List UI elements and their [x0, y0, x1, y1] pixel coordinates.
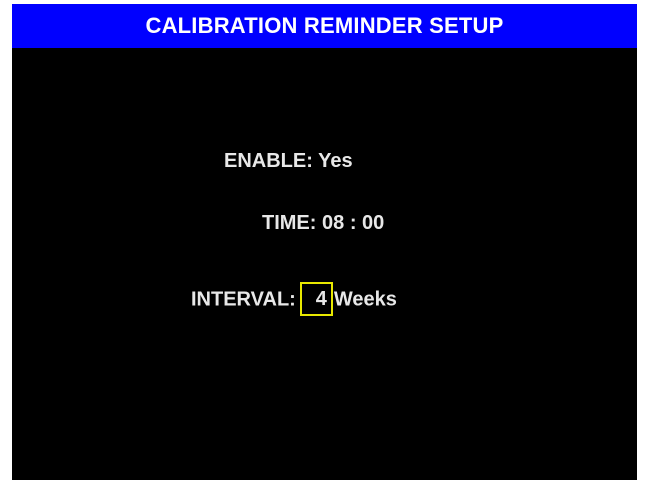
time-separator: : [349, 212, 357, 234]
enable-row: ENABLE: Yes [224, 148, 353, 174]
enable-label: ENABLE: [224, 150, 313, 172]
screen-title: CALIBRATION REMINDER SETUP [12, 4, 637, 48]
time-hours[interactable]: 08 [322, 212, 344, 234]
time-label: TIME: [262, 212, 317, 234]
interval-value-field[interactable]: 4 [299, 282, 333, 316]
enable-value[interactable]: Yes [318, 150, 352, 172]
time-row: TIME: 08 : 00 [262, 210, 384, 236]
interval-row: INTERVAL: 4 Weeks [191, 282, 397, 317]
interval-unit: Weeks [333, 288, 397, 311]
interval-label: INTERVAL: [191, 288, 296, 311]
time-minutes[interactable]: 00 [362, 212, 384, 234]
calibration-screen: CALIBRATION REMINDER SETUP ENABLE: Yes T… [12, 4, 637, 480]
